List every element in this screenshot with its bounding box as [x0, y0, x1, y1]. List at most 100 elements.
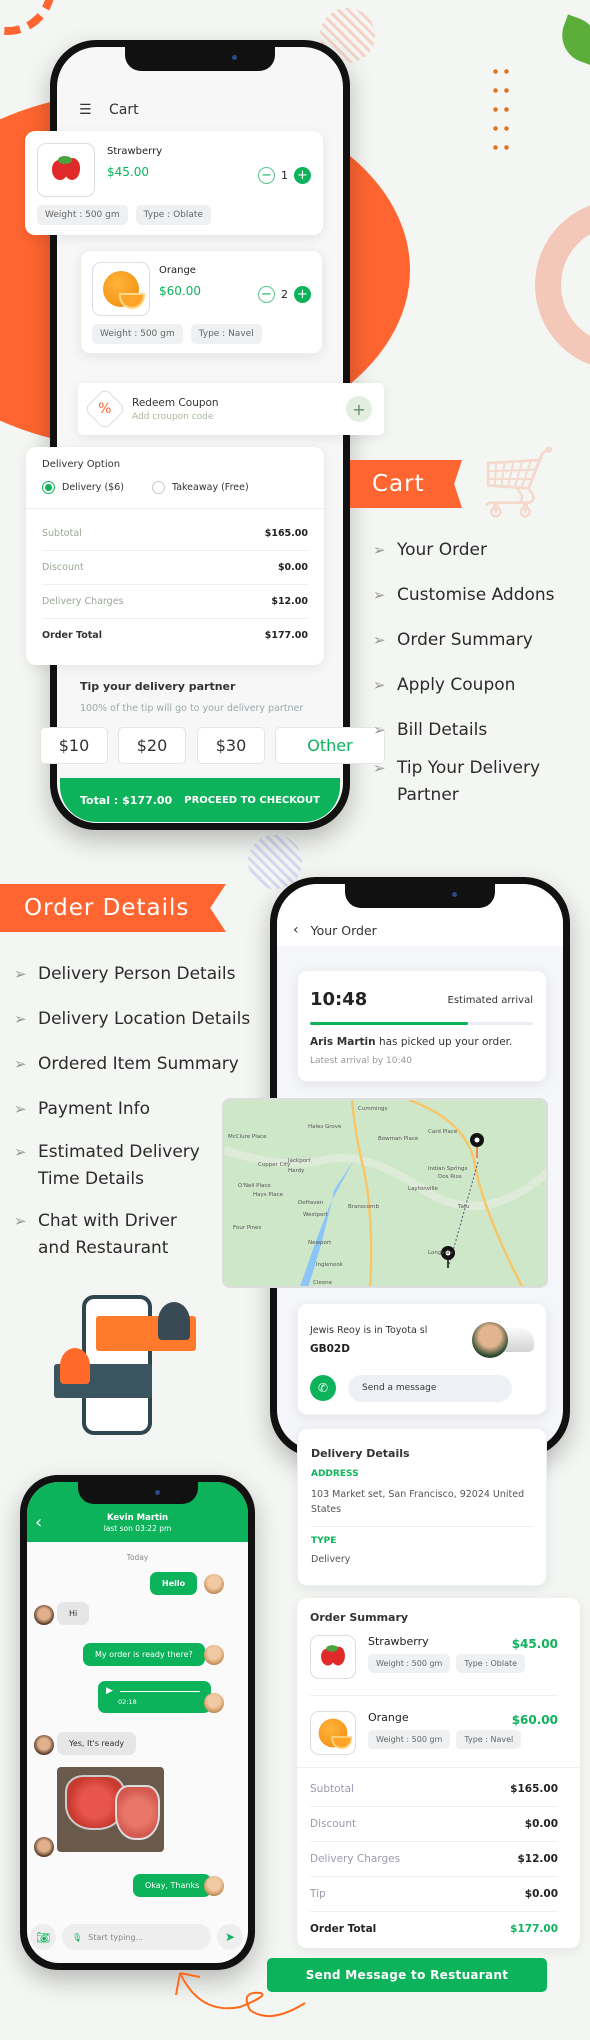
item-price: $60.00 [511, 1713, 558, 1727]
strawberry-image [310, 1635, 356, 1679]
order-feature: ➢ Chat with Driver and Restaurant [14, 1208, 204, 1262]
tip-option-20[interactable]: $20 [118, 727, 186, 764]
map-place-label: DeHaven [298, 1200, 324, 1206]
summary-row: Tip $0.00 [310, 1877, 558, 1912]
delivery-option-title: Delivery Option [42, 459, 121, 470]
delivery-radio[interactable]: Delivery ($6) [42, 481, 124, 494]
summary-row: Delivery Charges $12.00 [310, 1842, 558, 1877]
address-value: 103 Market set, San Francisco, 92024 Uni… [311, 1489, 525, 1515]
camera-button[interactable]: 📷︎ [30, 1924, 56, 1950]
map-place-label: Cleone [313, 1280, 332, 1286]
map-place-label: Hardy [288, 1168, 305, 1174]
delivery-details-card: Delivery Details ADDRESS 103 Market set,… [297, 1428, 547, 1586]
phone-notch [345, 884, 495, 908]
decrease-quantity-button[interactable]: − [258, 286, 275, 303]
message-input[interactable]: 🎙︎ Start typing... [62, 1924, 211, 1950]
arrow-icon: ➢ [14, 1055, 27, 1073]
type-tag: Type : Navel [456, 1730, 522, 1749]
summary-row: Discount $0.00 [310, 1807, 558, 1842]
coupon-subtitle: Add croupon code [132, 411, 214, 422]
call-button[interactable]: ✆ [310, 1375, 336, 1401]
hamburger-menu-icon[interactable]: ☰ [79, 102, 95, 118]
item-name: Orange [159, 265, 196, 276]
increase-quantity-button[interactable]: + [294, 167, 311, 184]
weight-tag: Weight : 500 gm [92, 324, 183, 344]
chat-illustration [40, 1290, 200, 1440]
cart-item-orange: Orange $60.00 − 2 + Weight : 500 gm Type… [80, 250, 323, 354]
type-value: Delivery [311, 1554, 351, 1565]
message-bubble: Yes, It's ready [57, 1732, 137, 1755]
tip-subtitle: 100% of the tip will go to your delivery… [80, 703, 304, 714]
delivery-map[interactable]: Cummings Hales Grove McClure Place Bowman P… [222, 1098, 548, 1288]
voice-progress-track [120, 1691, 200, 1692]
increase-quantity-button[interactable]: + [294, 286, 311, 303]
driver-avatar [472, 1322, 508, 1358]
eta-time: 10:48 [310, 989, 368, 1010]
tip-option-other[interactable]: Other [275, 727, 385, 764]
contact-avatar [34, 1735, 54, 1755]
type-tag: Type : Navel [190, 324, 262, 344]
dot-pattern-decoration [490, 62, 512, 157]
cart-feature: ➢ Your Order [373, 537, 487, 564]
back-arrow-icon[interactable]: ‹ [293, 922, 299, 938]
message-bubble: Hello [150, 1572, 198, 1595]
cart-feature: ➢ Tip Your Delivery Partner [373, 755, 573, 809]
checkout-total: Total : $177.00 [80, 793, 173, 807]
checkout-bar[interactable]: Total : $177.00 PROCEED TO CHECKOUT [60, 778, 340, 822]
weight-tag: Weight : 500 gm [368, 1730, 451, 1749]
image-message[interactable] [57, 1767, 164, 1852]
order-feature: ➢ Estimated Delivery Time Details [14, 1139, 214, 1193]
add-coupon-button[interactable]: + [346, 396, 372, 422]
arrow-icon: ➢ [373, 631, 386, 649]
user-avatar [204, 1693, 224, 1713]
cart-item-strawberry: Strawberry $45.00 − 1 + Weight : 500 gm … [25, 131, 323, 235]
cart-feature: ➢ Order Summary [373, 627, 533, 654]
map-place-label: Jackport [288, 1158, 311, 1164]
arrow-icon: ➢ [373, 759, 386, 777]
proceed-to-checkout-button[interactable]: PROCEED TO CHECKOUT [184, 795, 320, 806]
map-place-label: Newport [308, 1240, 332, 1246]
decrease-quantity-button[interactable]: − [258, 167, 275, 184]
takeaway-radio[interactable]: Takeaway (Free) [151, 481, 249, 494]
map-place-label: Four Pines [233, 1225, 262, 1231]
map-place-label: Indian Springs [428, 1166, 468, 1172]
type-label: TYPE [311, 1536, 337, 1546]
arrow-icon: ➢ [14, 1143, 27, 1161]
arrow-icon: ➢ [14, 1100, 27, 1118]
redeem-coupon-card[interactable]: % Redeem Coupon Add croupon code + [78, 383, 384, 435]
contact-avatar [34, 1837, 54, 1857]
map-place-label: Hales Grove [308, 1124, 342, 1130]
order-feature: ➢ Delivery Person Details [14, 961, 235, 988]
order-details-heading: Order Details [0, 884, 226, 932]
microphone-icon[interactable]: 🎙︎ [72, 1933, 82, 1942]
bill-row: Discount $0.00 [42, 551, 308, 585]
tip-option-30[interactable]: $30 [197, 727, 265, 764]
message-input-placeholder: Start typing... [88, 1932, 144, 1942]
send-button[interactable]: ➤ [217, 1924, 243, 1950]
map-place-label: Laytonville [408, 1186, 438, 1192]
map-place-label: Branscomb [348, 1204, 379, 1210]
arrow-icon: ➢ [373, 721, 386, 739]
pickup-status: has picked up your order. [378, 1036, 513, 1048]
weight-tag: Weight : 500 gm [37, 205, 128, 225]
contact-avatar [34, 1605, 54, 1625]
strawberry-image [37, 143, 95, 197]
map-place-label: McClure Place [228, 1134, 267, 1140]
eta-card: 10:48 Estimated arrival Aris Martin has … [297, 970, 547, 1082]
map-place-label: Longvale [428, 1250, 453, 1256]
arrow-icon: ➢ [373, 676, 386, 694]
order-title: Your Order [310, 922, 377, 938]
tip-option-10[interactable]: $10 [40, 727, 108, 764]
cart-title: Cart [109, 102, 139, 118]
vehicle-plate: GB02D [310, 1343, 350, 1355]
item-price: $45.00 [511, 1637, 558, 1651]
map-place-label: Westport [303, 1212, 328, 1218]
message-bubble: Hi [57, 1602, 90, 1625]
map-place-label: Inglenook [316, 1262, 343, 1268]
voice-message[interactable]: ▶ 02:18 [98, 1681, 211, 1713]
map-place-label: Cummings [358, 1106, 388, 1112]
send-message-button[interactable]: Send a message [348, 1375, 512, 1402]
bill-row: Subtotal $165.00 [42, 517, 308, 551]
play-icon[interactable]: ▶ [106, 1686, 113, 1696]
driver-vehicle-text: Jewis Reoy is in Toyota sl [310, 1325, 428, 1336]
